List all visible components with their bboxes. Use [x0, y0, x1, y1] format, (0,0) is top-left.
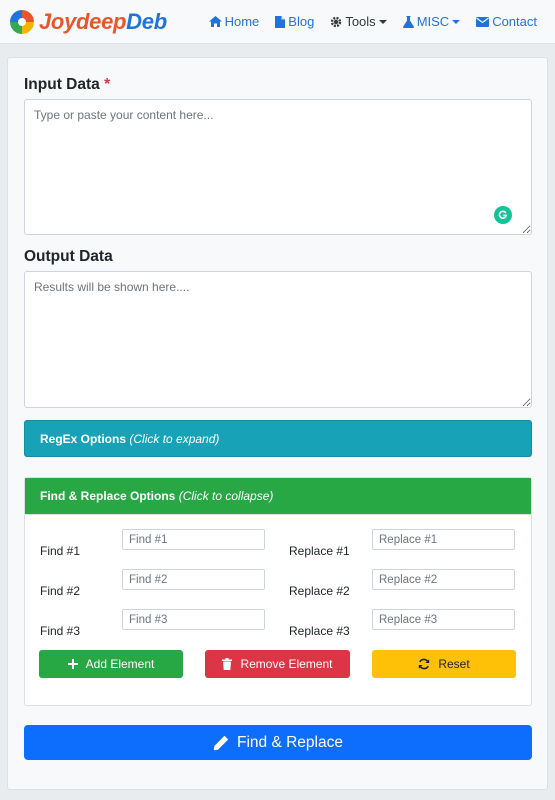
output-data-label: Output Data — [24, 248, 113, 265]
find-replace-panel: Find & Replace Options (Click to collaps… — [24, 477, 532, 706]
find-input-1[interactable] — [122, 529, 265, 550]
replace-label-3: Replace #3 — [289, 624, 350, 638]
add-element-label: Add Element — [85, 657, 155, 671]
navbar: JoydeepDeb Home Blog Tools MISC Contact — [0, 0, 555, 44]
output-data-textarea[interactable] — [24, 271, 532, 408]
nav-misc-dropdown[interactable]: MISC — [402, 14, 461, 29]
pencil-icon — [213, 735, 229, 750]
chevron-down-icon — [378, 19, 387, 24]
find-replace-button-label: Find & Replace — [237, 733, 343, 751]
find-input-3[interactable] — [122, 609, 265, 630]
required-mark: * — [104, 76, 111, 93]
find-label-2: Find #2 — [40, 584, 81, 598]
tool-card: Input Data * Output Data RegEx Options (… — [7, 57, 548, 790]
regex-options-title: RegEx Options — [40, 431, 127, 446]
regex-options-hint: (Click to expand) — [129, 431, 220, 446]
remove-element-label: Remove Element — [240, 657, 333, 671]
nav-blog[interactable]: Blog — [275, 14, 314, 29]
nav-tools-dropdown[interactable]: Tools — [330, 14, 387, 29]
remove-element-button[interactable]: Remove Element — [205, 650, 350, 678]
input-data-textarea[interactable] — [24, 99, 532, 235]
find-replace-title: Find & Replace Options — [40, 489, 176, 503]
logo-icon — [10, 9, 34, 34]
input-data-label: Input Data * — [24, 76, 110, 94]
replace-label-1: Replace #1 — [289, 544, 350, 558]
find-label-3: Find #3 — [40, 624, 81, 638]
replace-input-3[interactable] — [372, 609, 515, 630]
nav-misc-label: MISC — [416, 14, 450, 29]
replace-input-1[interactable] — [372, 529, 515, 550]
gear-icon — [331, 16, 342, 27]
reset-button[interactable]: Reset — [372, 650, 516, 678]
nav-home-label: Home — [224, 14, 260, 29]
find-replace-options-toggle[interactable]: Find & Replace Options (Click to collaps… — [25, 478, 531, 515]
brand-logo[interactable]: JoydeepDeb — [8, 8, 167, 36]
nav-menu: Home Blog Tools MISC Contact — [193, 14, 537, 29]
replace-input-2[interactable] — [372, 569, 515, 590]
refresh-icon — [419, 658, 430, 670]
regex-options-toggle[interactable]: RegEx Options (Click to expand) — [24, 420, 532, 457]
brand-part2: Deb — [126, 8, 167, 34]
reset-label: Reset — [438, 657, 470, 671]
find-replace-button[interactable]: Find & Replace — [24, 725, 532, 760]
file-icon — [275, 15, 286, 28]
trash-icon — [222, 658, 233, 670]
nav-home[interactable]: Home — [208, 14, 260, 29]
envelope-icon — [476, 16, 490, 27]
find-label-1: Find #1 — [40, 544, 81, 558]
home-icon — [208, 16, 222, 27]
grammarly-icon[interactable] — [494, 206, 512, 224]
nav-contact-label: Contact — [492, 14, 537, 29]
brand-text: JoydeepDeb — [39, 9, 167, 35]
nav-contact[interactable]: Contact — [476, 14, 537, 29]
brand-part1: Joydeep — [39, 8, 127, 34]
find-input-2[interactable] — [122, 569, 265, 590]
plus-icon — [67, 659, 78, 669]
add-element-button[interactable]: Add Element — [39, 650, 183, 678]
nav-tools-label: Tools — [345, 14, 376, 29]
nav-blog-label: Blog — [288, 14, 315, 29]
input-data-label-text: Input Data — [24, 76, 100, 93]
chevron-down-icon — [452, 19, 461, 24]
replace-label-2: Replace #2 — [289, 584, 350, 598]
flask-icon — [402, 15, 414, 28]
find-replace-hint: (Click to collapse) — [178, 489, 274, 503]
